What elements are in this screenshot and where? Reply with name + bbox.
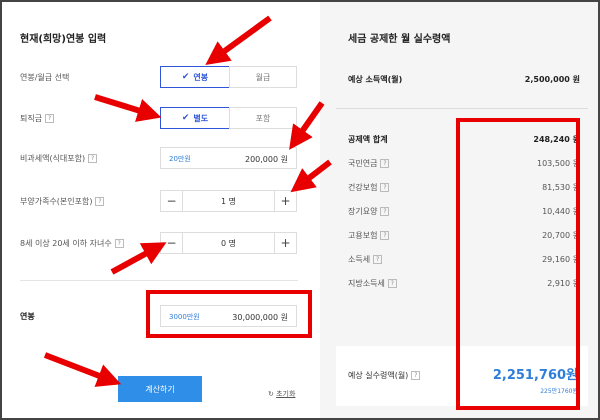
deduction-name: 소득세 — [348, 255, 371, 264]
refresh-icon: ↻ — [268, 390, 274, 398]
help-icon[interactable]: ? — [380, 207, 390, 216]
help-icon[interactable]: ? — [387, 279, 397, 288]
deduction-name: 장기요양 — [348, 207, 378, 216]
help-icon[interactable]: ? — [380, 231, 390, 240]
nontax-unit: 원 — [280, 155, 288, 164]
calculate-button[interactable]: 계산하기 — [118, 376, 202, 402]
input-panel-title: 현재(희망)연봉 입력 — [20, 34, 107, 45]
dependents-unit: 명 — [228, 196, 236, 206]
salary-type-label: 연봉/월급 선택 — [20, 73, 70, 82]
help-icon[interactable]: ? — [411, 371, 421, 380]
divider — [20, 280, 298, 281]
dependents-label-text: 부양가족수(본인포함) — [20, 197, 93, 206]
salary-type-annual-label: 연봉 — [193, 72, 209, 82]
severance-included-button[interactable]: 포함 — [229, 107, 297, 129]
net-pay-label-text: 예상 실수령액(월) — [348, 371, 409, 380]
reset-button[interactable]: ↻ 초기화 — [268, 389, 295, 399]
severance-separate-label: 별도 — [193, 113, 209, 123]
severance-label: 퇴직금? — [20, 113, 55, 124]
children-unit: 명 — [228, 238, 236, 248]
severance-label-text: 퇴직금 — [20, 114, 43, 123]
deduction-item-label: 소득세? — [348, 254, 383, 265]
plus-icon[interactable]: + — [274, 233, 296, 253]
nontax-label-text: 비과세액(식대포함) — [20, 154, 86, 163]
severance-included-label: 포함 — [255, 113, 271, 123]
highlight-box-results — [456, 118, 580, 410]
check-icon: ✔ — [181, 72, 190, 82]
dependents-count: 1 — [220, 196, 227, 206]
salary-type-annual-button[interactable]: ✔ 연봉 — [160, 66, 230, 88]
nontax-hint: 20만원 — [169, 155, 191, 163]
nontax-value: 200,000 원 — [245, 154, 288, 165]
help-icon[interactable]: ? — [95, 197, 105, 206]
deduction-name: 지방소득세 — [348, 279, 385, 288]
minus-icon[interactable]: − — [161, 233, 183, 253]
salary-label: 연봉 — [20, 312, 35, 321]
salary-type-monthly-button[interactable]: 월급 — [229, 66, 297, 88]
help-icon[interactable]: ? — [45, 114, 55, 123]
help-icon[interactable]: ? — [114, 239, 124, 248]
expected-income-row: 예상 소득액(월) 2,500,000 원 — [348, 74, 580, 85]
deduction-name: 고용보험 — [348, 231, 378, 240]
deduction-name: 건강보험 — [348, 183, 378, 192]
deduction-item-label: 장기요양? — [348, 206, 390, 217]
nontax-amount: 200,000 — [244, 155, 279, 164]
deduction-item-label: 건강보험? — [348, 182, 390, 193]
help-icon[interactable]: ? — [380, 183, 390, 192]
nontax-input[interactable]: 20만원 200,000 원 — [160, 147, 297, 169]
help-icon[interactable]: ? — [373, 255, 383, 264]
net-pay-label: 예상 실수령액(월)? — [348, 370, 421, 381]
minus-icon[interactable]: − — [161, 191, 183, 211]
children-stepper: − 0 명 + — [160, 232, 297, 254]
dependents-value: 1 명 — [183, 191, 274, 211]
deduction-total-label: 공제액 합계 — [348, 135, 388, 144]
children-label: 8세 이상 20세 이하 자녀수? — [20, 238, 124, 249]
nontax-label: 비과세액(식대포함)? — [20, 153, 98, 164]
children-count: 0 — [220, 238, 227, 248]
help-icon[interactable]: ? — [380, 159, 390, 168]
help-icon[interactable]: ? — [88, 154, 98, 163]
reset-label: 초기화 — [276, 390, 296, 398]
children-value: 0 명 — [183, 233, 274, 253]
expected-income-value: 2,500,000 원 — [524, 75, 580, 84]
deduction-item-label: 지방소득세? — [348, 278, 397, 289]
dependents-stepper: − 1 명 + — [160, 190, 297, 212]
salary-type-monthly-label: 월급 — [255, 72, 271, 82]
result-panel-title: 세금 공제한 월 실수령액 — [348, 34, 451, 45]
children-label-text: 8세 이상 20세 이하 자녀수 — [20, 239, 112, 248]
check-icon: ✔ — [181, 113, 190, 123]
expected-income-label: 예상 소득액(월) — [348, 75, 403, 84]
deduction-item-label: 고용보험? — [348, 230, 390, 241]
plus-icon[interactable]: + — [274, 191, 296, 211]
deduction-item-label: 국민연금? — [348, 158, 390, 169]
divider — [336, 108, 588, 109]
severance-separate-button[interactable]: ✔ 별도 — [160, 107, 230, 129]
deduction-name: 국민연금 — [348, 159, 378, 168]
dependents-label: 부양가족수(본인포함)? — [20, 196, 105, 207]
highlight-box-salary — [146, 290, 312, 338]
